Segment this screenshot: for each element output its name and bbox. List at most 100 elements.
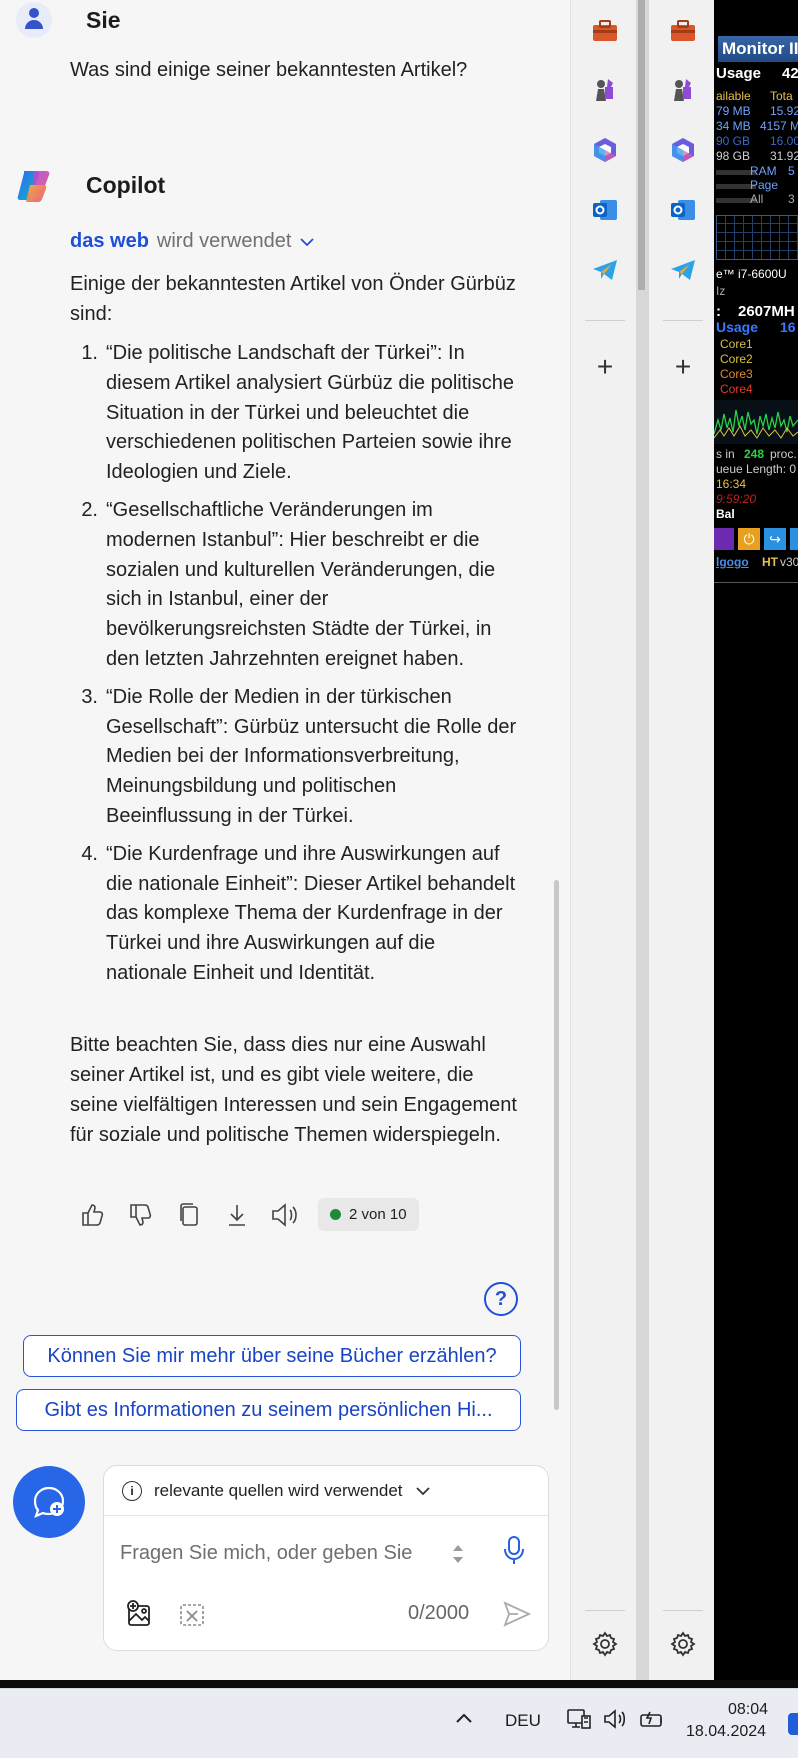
chess-icon[interactable] <box>590 75 620 105</box>
send-icon[interactable] <box>502 1600 532 1633</box>
monitor-text: 79 MB <box>716 104 751 118</box>
monitor-text: All <box>750 192 764 206</box>
cpu-graph-grid <box>716 215 798 260</box>
monitor-text: 15.92 <box>770 104 798 118</box>
gear-icon[interactable] <box>591 1630 621 1660</box>
battery-icon[interactable] <box>638 1707 666 1736</box>
list-item: 4. “Die Kurdenfrage und ihre Auswirkunge… <box>70 840 520 989</box>
monitor-button[interactable] <box>790 528 798 550</box>
toolbox-icon[interactable] <box>668 16 698 46</box>
clock-date[interactable]: 18.04.2024 <box>686 1723 766 1741</box>
chess-icon[interactable] <box>668 75 698 105</box>
chat-thread[interactable]: Sie Was sind einige seiner bekanntesten … <box>0 0 570 1460</box>
user-question: Was sind einige seiner bekanntesten Arti… <box>70 59 468 81</box>
source-selector[interactable]: i relevante quellen wird verwendet <box>104 1466 548 1516</box>
divider <box>663 1610 703 1611</box>
m365-icon[interactable] <box>668 135 698 165</box>
clock-time[interactable]: 08:04 <box>728 1701 768 1719</box>
list-item-text: “Die Kurdenfrage und ihre Auswirkungen a… <box>106 842 516 984</box>
monitor-text: 16 <box>780 319 796 335</box>
suggestion-button[interactable]: Gibt es Informationen zu seinem persönli… <box>16 1389 521 1431</box>
chat-composer: i relevante quellen wird verwendet 0/200… <box>103 1465 549 1651</box>
monitor-button[interactable] <box>714 528 734 550</box>
list-item: 2. “Gesellschaftliche Veränderungen im m… <box>70 496 520 675</box>
download-icon[interactable] <box>222 1200 252 1230</box>
monitor-text: v30 <box>780 555 798 569</box>
web-search-toggle[interactable]: das web wird verwendet <box>70 230 315 253</box>
logout-icon[interactable]: ↪ <box>764 528 786 550</box>
response-actions: 2 von 10 <box>78 1198 419 1231</box>
read-aloud-icon[interactable] <box>270 1200 300 1230</box>
divider <box>585 1610 625 1611</box>
monitor-text: s in <box>716 447 735 461</box>
suggestion-button[interactable]: Können Sie mir mehr über seine Bücher er… <box>23 1335 521 1377</box>
toolbox-icon[interactable] <box>590 16 620 46</box>
window-scrollbar[interactable] <box>636 0 648 1680</box>
add-app-button[interactable]: + <box>671 353 695 381</box>
list-item-text: “Gesellschaftliche Veränderungen im mode… <box>106 498 496 670</box>
copilot-chat-panel: Sie Was sind einige seiner bekanntesten … <box>0 0 570 1680</box>
outlook-icon[interactable] <box>668 195 698 225</box>
monitor-text: 90 GB <box>716 134 751 148</box>
answer-outro: Bitte beachten Sie, dass dies nur eine A… <box>70 1034 517 1146</box>
response-counter-badge: 2 von 10 <box>318 1198 419 1231</box>
edge-sidebar-secondary: + <box>648 0 714 1680</box>
m365-icon[interactable] <box>590 135 620 165</box>
telegram-icon[interactable] <box>590 255 620 285</box>
user-avatar <box>16 2 52 38</box>
gear-icon[interactable] <box>669 1630 699 1660</box>
answer-intro: Einige der bekanntesten Artikel von Önde… <box>70 273 516 325</box>
assistant-name: Copilot <box>86 171 166 198</box>
list-number: 2. <box>81 498 98 521</box>
chat-scrollbar[interactable] <box>554 880 559 1410</box>
notification-bell-icon[interactable] <box>788 1713 798 1735</box>
volume-icon[interactable] <box>602 1707 628 1736</box>
web-search-source: das web <box>70 230 149 252</box>
divider <box>663 320 703 321</box>
chevron-down-icon <box>299 230 315 253</box>
monitor-text: 9:59:20 <box>716 492 757 506</box>
scrollbar-thumb[interactable] <box>638 0 645 290</box>
add-app-button[interactable]: + <box>593 353 617 381</box>
usage-label: Usage <box>716 65 762 82</box>
input-language[interactable]: DEU <box>505 1711 541 1731</box>
list-item: 1. “Die politische Landschaft der Türkei… <box>70 339 520 488</box>
monitor-text: Page <box>750 178 779 192</box>
new-topic-button[interactable] <box>13 1466 85 1538</box>
telegram-icon[interactable] <box>668 255 698 285</box>
monitor-text: 31.92 <box>770 149 798 163</box>
thumbs-up-icon[interactable] <box>78 1200 108 1230</box>
monitor-text: ueue Length: 0 <box>716 462 797 476</box>
cpu-history-graph <box>714 400 798 444</box>
prompt-input[interactable] <box>120 1536 420 1570</box>
chat-plus-icon <box>33 1486 65 1518</box>
character-counter: 0/2000 <box>408 1602 470 1624</box>
outlook-icon[interactable] <box>590 195 620 225</box>
articles-list: 1. “Die politische Landschaft der Türkei… <box>70 339 520 997</box>
screenshot-crop-icon[interactable] <box>178 1602 206 1633</box>
user-name: Sie <box>86 6 121 33</box>
list-item-text: “Die politische Landschaft der Türkei”: … <box>106 342 514 484</box>
expand-arrows-icon[interactable] <box>450 1540 466 1573</box>
thumbs-down-icon[interactable] <box>126 1200 156 1230</box>
help-icon[interactable]: ? <box>484 1282 518 1316</box>
monitor-text: e™ i7-6600U <box>716 267 787 281</box>
cpu-frequency: 2607MH <box>738 303 795 320</box>
power-icon[interactable]: ⏻ <box>738 528 760 550</box>
monitor-text: 34 MB <box>716 119 751 133</box>
edge-sidebar: + <box>570 0 638 1680</box>
list-number: 4. <box>81 842 98 865</box>
microphone-icon[interactable] <box>502 1534 526 1571</box>
copy-icon[interactable] <box>174 1200 204 1230</box>
monitor-text: proc. <box>770 447 797 461</box>
monitor-link[interactable]: lgogo <box>716 556 749 569</box>
network-icon[interactable] <box>566 1706 592 1737</box>
list-number: 1. <box>81 342 98 364</box>
copilot-message-header: Copilot <box>16 167 165 203</box>
chevron-up-icon[interactable] <box>454 1711 474 1730</box>
add-image-icon[interactable] <box>126 1600 154 1633</box>
monitor-text: HT <box>762 555 778 569</box>
monitor-text: Core3 <box>720 367 753 381</box>
copilot-logo-icon <box>16 167 52 203</box>
response-counter: 2 von 10 <box>349 1206 407 1223</box>
